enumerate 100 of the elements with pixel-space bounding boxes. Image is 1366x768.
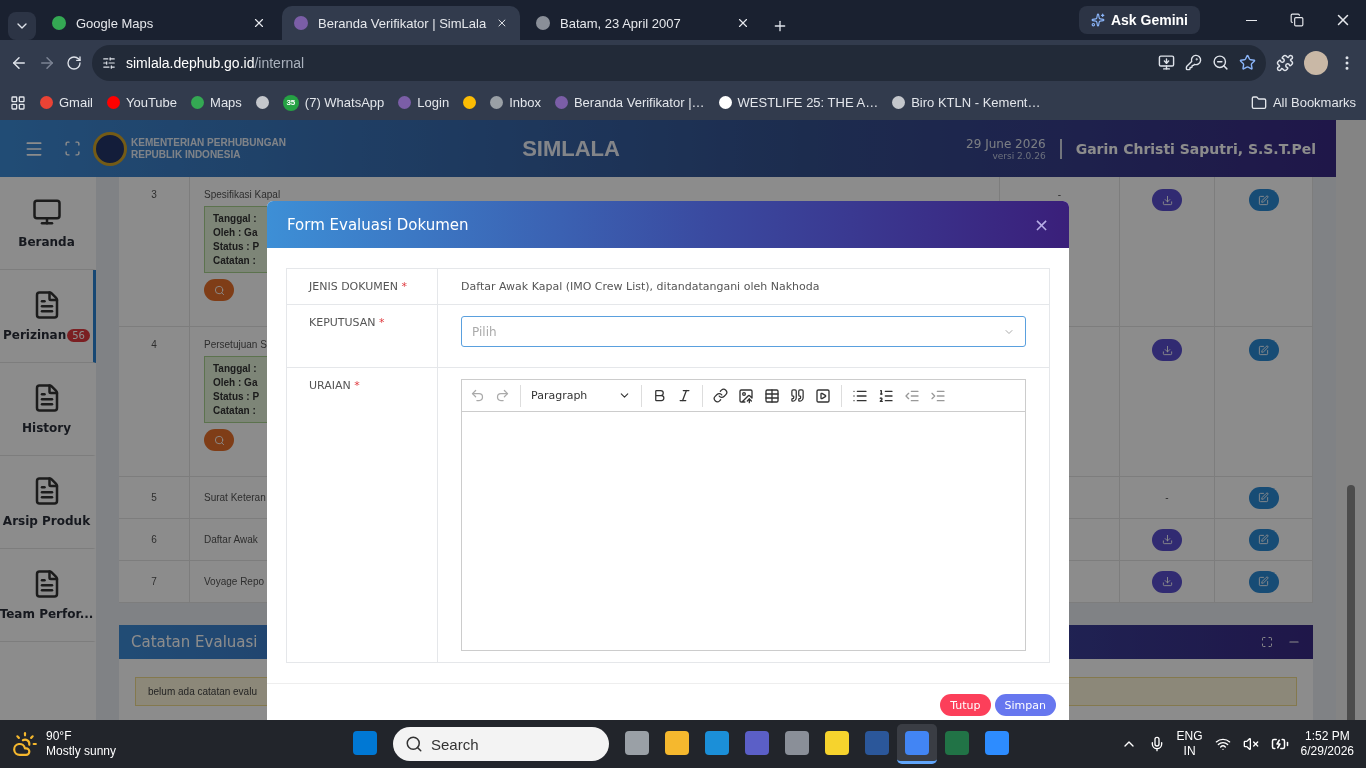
table-cell: Voyage Repo [204,576,265,587]
bookmark-link[interactable] [463,96,477,109]
favicon-icon [554,96,568,109]
table-cell: Spesifikasi Kapal [204,189,281,200]
favicon-icon [718,96,732,109]
browser-tab[interactable]: Beranda Verifikator | SimLala [282,6,520,40]
dialog-button[interactable]: Simpan [994,694,1056,716]
table-icon[interactable] [764,387,780,404]
favicon-icon [892,96,906,109]
scrollbar[interactable] [1336,120,1366,720]
edit-button[interactable] [1248,189,1279,211]
edit-icon [1258,492,1269,503]
edit-button[interactable] [1248,486,1279,509]
detail-text: Catatan : [213,255,256,266]
edit-icon [1258,534,1269,545]
fullscreen-icon[interactable] [64,140,81,157]
monitor-icon [31,197,62,227]
sidebar-item[interactable]: Perizinan 56 [0,270,96,363]
rich-text-editor[interactable]: Paragraph [461,379,1026,651]
key-icon[interactable] [1185,54,1202,71]
bookmark-link[interactable]: Gmail [40,95,93,110]
bookmark-link[interactable]: Biro KTLN - Kement… [892,95,1041,110]
download-icon [1161,344,1173,356]
field-value: Daftar Awak Kapal (IMO Crew List), ditandatangani oleh Nakhoda [461,280,820,293]
site-settings-icon[interactable] [102,55,116,70]
field-label: JENIS DOKUMEN * [287,269,438,304]
table-cell: Daftar Awak [204,534,258,545]
table-cell: Persetujuan S [204,339,267,350]
dialog-button[interactable]: Tutup [940,694,991,716]
download-button[interactable] [1152,189,1182,211]
detail-text: Status : P [213,241,260,252]
image-upload-icon[interactable] [738,387,754,404]
taskbar-app-icon[interactable] [897,724,937,764]
favicon-icon [40,96,53,109]
extensions-icon[interactable] [1276,53,1294,72]
clock[interactable]: 1:52 PM 6/29/2026 [1300,729,1354,759]
install-icon[interactable] [1158,54,1175,71]
detail-text: Status : P [213,391,260,402]
star-icon[interactable] [1239,54,1256,71]
close-icon[interactable] [252,16,266,30]
bookmark-link[interactable]: Inbox [490,95,541,110]
search-icon [405,735,423,753]
reload-icon[interactable] [66,54,82,71]
sidebar-item[interactable]: History [0,363,96,456]
language-indicator[interactable]: ENG IN [1176,729,1203,759]
app-title: SIMLALA [521,135,621,162]
quote-icon[interactable] [790,388,805,403]
search-icon [213,434,225,446]
table-cell: Surat Keteran [204,492,266,503]
detail-text: Tanggal : [213,213,257,224]
bookmark-link[interactable]: 35 (7) WhatsApp [282,94,385,111]
address-bar[interactable]: simlala.dephub.go.id/internal [92,44,1266,81]
sidebar-item[interactable]: Beranda [0,177,96,270]
wifi-icon[interactable] [1214,736,1231,752]
bold-icon[interactable] [652,388,667,403]
version-text: versi 2.0.26 [992,150,1046,161]
table-cell: 4 [151,339,157,350]
edit-button[interactable] [1248,570,1279,593]
favicon-icon [490,96,504,109]
browser-tab[interactable]: Google Maps [40,6,278,40]
all-bookmarks-button[interactable]: All Bookmarks [1250,94,1356,111]
mute-icon[interactable] [1242,736,1259,752]
sidebar-item[interactable]: Arsip Produk [0,456,96,549]
link-icon[interactable] [713,388,728,403]
close-button[interactable]: × [1033,214,1049,235]
fullscreen-icon[interactable] [1261,636,1273,648]
profile-avatar[interactable] [1304,50,1328,75]
italic-icon[interactable] [677,388,692,403]
edit-button[interactable] [1248,528,1279,551]
org-name: KEMENTERIAN PERHUBUNGAN [131,136,286,149]
paragraph-dropdown[interactable]: Paragraph [531,389,631,402]
bookmark-link[interactable]: WESTLIFE 25: THE A… [718,95,879,110]
panel-title: Catatan Evaluasi [131,633,259,651]
zoom-out-icon[interactable] [1212,54,1229,71]
date-text: 29 June 2026 [966,136,1046,151]
download-button[interactable] [1152,339,1182,361]
tab-search-button[interactable] [8,12,36,40]
bookmark-link[interactable]: Beranda Verifikator |… [554,95,705,110]
taskbar-search[interactable]: Search [393,727,609,761]
download-icon [1161,194,1173,206]
bookmark-link[interactable]: Login [398,95,450,110]
download-icon [1161,576,1173,587]
table-cell: 5 [151,492,157,503]
bookmark-link[interactable]: Maps [191,95,242,110]
sidebar-item[interactable]: Team Perfor... [0,549,96,642]
download-button[interactable] [1152,528,1182,551]
bookmark-link[interactable] [255,96,269,109]
browser-tab[interactable]: Batam, 23 April 2007 [524,6,762,40]
plus-icon [772,18,788,34]
edit-button[interactable] [1248,339,1279,361]
numbered-list-icon[interactable] [878,387,894,404]
favicon-icon [398,96,412,109]
media-icon[interactable] [815,387,831,404]
download-button[interactable] [1152,570,1182,593]
bookmark-link[interactable]: YouTube [106,95,178,110]
table-cell: - [1165,492,1169,503]
close-icon[interactable] [736,16,750,30]
weather-icon[interactable] [12,731,38,757]
ask-gemini-button[interactable]: Ask Gemini [1078,6,1200,34]
apps-grid-icon[interactable] [10,94,26,111]
